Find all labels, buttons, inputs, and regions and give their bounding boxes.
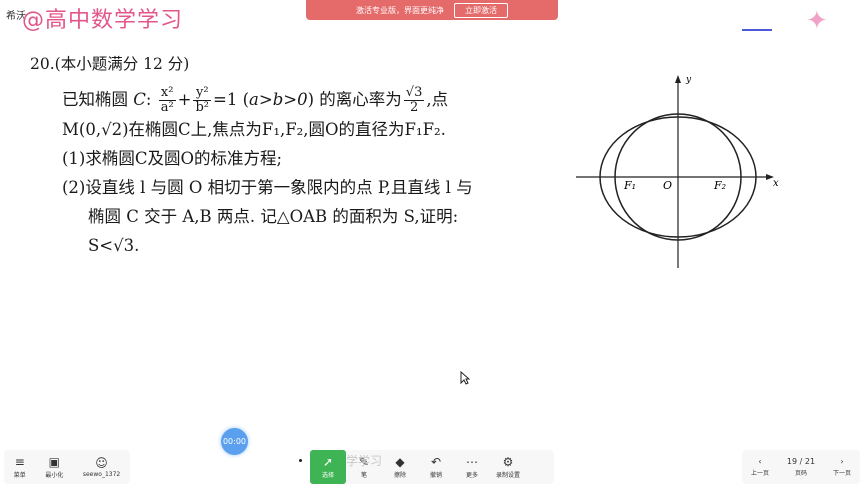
toolbar-pager: ‹ 上一页 19 / 21 页码 › 下一页: [742, 450, 860, 484]
text-fragment: ,点: [426, 90, 449, 109]
problem-line-1: 已知椭圆 C: x² a² + y² b² =1 (a>b>0) 的离心率为 √3 2 ,点: [30, 85, 570, 115]
tool-label: 最小化: [45, 471, 64, 479]
prev-page-label: 上一页: [750, 470, 769, 477]
problem-question-1: (1)求椭圆C及圆O的标准方程;: [62, 149, 283, 168]
focus-f1-label: F₁: [623, 179, 636, 192]
page-label: 页码: [794, 470, 807, 477]
page-indicator[interactable]: 19 / 21 页码: [787, 457, 815, 477]
select-icon: ➚: [322, 454, 334, 469]
text-fragment: :: [145, 90, 152, 109]
text-fragment: C: [133, 90, 146, 109]
undo-icon: ↶: [430, 454, 442, 469]
chevron-right-icon: ›: [840, 457, 844, 466]
next-page-button[interactable]: › 下一页: [833, 457, 851, 477]
tool-label: 更多: [465, 471, 478, 479]
record-settings-button[interactable]: ⚙ 录制设置: [490, 450, 526, 484]
origin-label: O: [663, 179, 672, 192]
text-fragment: +: [177, 90, 192, 109]
tool-label: 菜单: [13, 471, 26, 479]
y-axis-label: y: [685, 75, 692, 85]
problem-number: 20.: [30, 55, 55, 73]
record-settings-icon: ⚙: [502, 454, 514, 469]
focus-f2-label: F₂: [713, 179, 726, 192]
tool-label: 撤销: [429, 471, 442, 479]
tool-label: 选择: [321, 471, 334, 479]
text-fragment: =1 (: [213, 90, 250, 109]
menu-icon: ≡: [14, 454, 25, 469]
text-fragment: a>b>0: [249, 90, 308, 109]
tool-label: 擦除: [393, 471, 406, 479]
tool-label: seewo_1372: [82, 470, 121, 478]
problem-question-2: (2)设直线 l 与圆 O 相切于第一象限内的点 P,且直线 l 与: [62, 178, 473, 197]
minimize-bar-icon[interactable]: [742, 29, 772, 31]
minimize-icon: ▣: [48, 454, 60, 469]
more-button[interactable]: ⋯ 更多: [454, 450, 490, 484]
sparkle-icon: ✦: [806, 6, 828, 36]
activation-banner: 激活专业版，界面更纯净 立即激活: [306, 0, 558, 20]
tool-label: 笔: [360, 471, 367, 479]
select-tool-button[interactable]: ➚ 选择: [310, 450, 346, 484]
tool-label: 录制设置: [495, 471, 520, 479]
text-fragment: ) 的离心率为: [307, 90, 402, 109]
eraser-tool-button[interactable]: ◆ 擦除: [382, 450, 418, 484]
recording-timer[interactable]: 00:00: [221, 428, 248, 455]
chevron-left-icon: ‹: [758, 457, 762, 466]
fraction-y: y² b²: [193, 86, 212, 115]
prev-page-button[interactable]: ‹ 上一页: [751, 457, 769, 477]
undo-button[interactable]: ↶ 撤销: [418, 450, 454, 484]
page-number: 19 / 21: [786, 457, 816, 466]
fraction-den: 2: [409, 100, 419, 115]
minimize-button[interactable]: ▣ 最小化: [45, 456, 63, 479]
fraction-den: a²: [160, 100, 174, 115]
fraction-x: x² a²: [158, 86, 176, 115]
toolbar-left: ≡ 菜单 ▣ 最小化 ☺ seewo_1372: [4, 450, 130, 484]
fraction-e: √3 2: [403, 85, 425, 115]
next-page-label: 下一页: [833, 470, 852, 477]
problem-score: (本小题满分 12 分): [54, 55, 190, 73]
watermark: @高中数学学习: [22, 8, 184, 33]
more-icon: ⋯: [466, 454, 478, 469]
avatar-icon: ☺: [95, 455, 108, 470]
fraction-num: √3: [403, 85, 425, 101]
problem-line-2: M(0,√2)在椭圆C上,焦点为F₁,F₂,圆O的直径为F₁F₂.: [62, 120, 446, 139]
fraction-den: b²: [195, 100, 210, 115]
problem-question-2-end: S<√3.: [88, 236, 140, 255]
menu-button[interactable]: ≡ 菜单: [14, 456, 26, 479]
banner-text: 激活专业版，界面更纯净: [356, 5, 444, 15]
eraser-icon: ◆: [395, 454, 405, 469]
problem-header: 20.(本小题满分 12 分): [30, 50, 570, 79]
x-axis-label: x: [773, 178, 779, 189]
faint-watermark: 学学习: [346, 454, 383, 468]
fraction-num: x²: [158, 86, 176, 101]
problem-text: 20.(本小题满分 12 分) 已知椭圆 C: x² a² + y² b² =1 (a>b…: [30, 50, 570, 260]
activate-button[interactable]: 立即激活: [454, 2, 508, 18]
fraction-num: y²: [193, 86, 212, 101]
y-axis-arrow: [675, 75, 681, 83]
problem-question-2-cont: 椭圆 C 交于 A,B 两点. 记△OAB 的面积为 S,证明:: [88, 207, 459, 226]
dot-indicator: [299, 459, 302, 462]
user-button[interactable]: ☺ seewo_1372: [83, 457, 120, 478]
ellipse-circle-diagram: y x O F₁ F₂: [576, 75, 779, 268]
mouse-cursor-icon: [460, 371, 470, 385]
text-fragment: 已知椭圆: [62, 90, 134, 109]
